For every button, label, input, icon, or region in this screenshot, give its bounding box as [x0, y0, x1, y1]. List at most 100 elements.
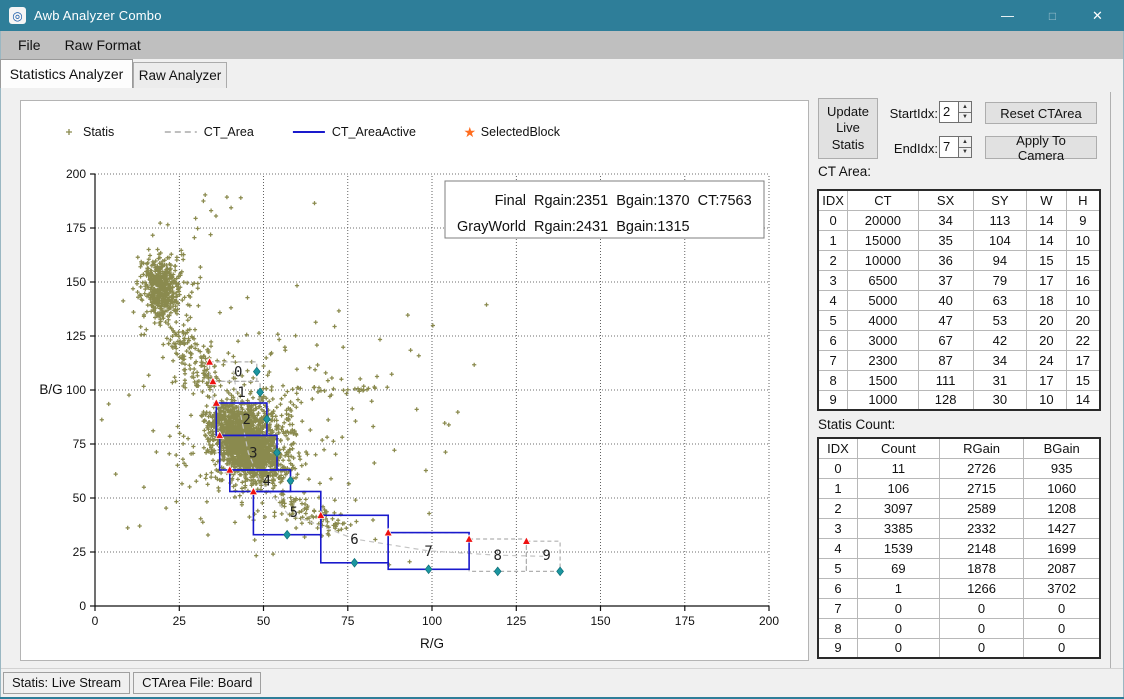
table-cell: 69 — [857, 558, 939, 578]
table-cell: 6500 — [848, 270, 919, 290]
column-header-idx: IDX — [818, 438, 857, 458]
table-row[interactable]: 56918782087 — [818, 558, 1100, 578]
table-cell: 24 — [1027, 350, 1066, 370]
menu-bar: FileRaw Format — [0, 31, 1124, 59]
svg-text:3: 3 — [249, 446, 257, 462]
grid-lines — [95, 174, 769, 606]
table-cell: 2726 — [939, 458, 1024, 478]
table-cell: 10 — [1027, 390, 1066, 410]
maximize-button[interactable]: □ — [1030, 0, 1075, 31]
table-row[interactable]: 91000128301014 — [818, 390, 1100, 410]
svg-text:0: 0 — [234, 365, 242, 381]
table-row[interactable]: 81500111311715 — [818, 370, 1100, 390]
table-cell: 7 — [818, 350, 848, 370]
table-row[interactable]: 0112726935 — [818, 458, 1100, 478]
table-cell: 2148 — [939, 538, 1024, 558]
table-row[interactable]: 2309725891208 — [818, 498, 1100, 518]
table-cell: 42 — [973, 330, 1027, 350]
table-cell: 1699 — [1024, 538, 1100, 558]
column-header-h: H — [1066, 190, 1100, 210]
close-button[interactable]: ✕ — [1075, 0, 1120, 31]
table-cell: 11 — [857, 458, 939, 478]
table-row[interactable]: 7000 — [818, 598, 1100, 618]
table-cell: 2332 — [939, 518, 1024, 538]
table-cell: 7 — [818, 598, 857, 618]
table-cell: 9 — [1066, 210, 1100, 230]
svg-text:100: 100 — [422, 614, 442, 628]
window-border-left — [0, 31, 1, 699]
table-cell: 14 — [1027, 230, 1066, 250]
start-idx-stepper[interactable]: 2 ▲ ▼ — [939, 101, 972, 123]
table-cell: 22 — [1066, 330, 1100, 350]
menu-item-raw-format[interactable]: Raw Format — [53, 31, 153, 59]
table-cell: 9 — [818, 638, 857, 658]
svg-text:175: 175 — [66, 221, 86, 235]
table-row[interactable]: 6112663702 — [818, 578, 1100, 598]
column-header-sx: SX — [918, 190, 973, 210]
table-row[interactable]: 110627151060 — [818, 478, 1100, 498]
svg-text:25: 25 — [173, 614, 187, 628]
table-row[interactable]: 9000 — [818, 638, 1100, 658]
table-cell: 1208 — [1024, 498, 1100, 518]
start-idx-up-icon[interactable]: ▲ — [958, 101, 972, 113]
table-cell: 4 — [818, 290, 848, 310]
reset-ctarea-button[interactable]: Reset CTArea — [985, 102, 1097, 124]
table-cell: 34 — [918, 210, 973, 230]
table-row[interactable]: 3338523321427 — [818, 518, 1100, 538]
end-idx-stepper[interactable]: 7 ▲ ▼ — [939, 136, 972, 158]
table-cell: 2589 — [939, 498, 1024, 518]
status-bar: Statis: Live StreamCTArea File: Board — [0, 668, 1124, 697]
table-row[interactable]: 3650037791716 — [818, 270, 1100, 290]
svg-text:200: 200 — [759, 614, 779, 628]
update-live-statis-button[interactable]: Update Live Statis — [818, 98, 878, 159]
status-segment-statis: Statis: Live Stream — [3, 672, 130, 694]
table-cell: 2300 — [848, 350, 919, 370]
table-row[interactable]: 115000351041410 — [818, 230, 1100, 250]
end-idx-value[interactable]: 7 — [939, 136, 958, 158]
apply-to-camera-button[interactable]: Apply To Camera — [985, 136, 1097, 159]
table-cell: 1000 — [848, 390, 919, 410]
table-cell: 1500 — [848, 370, 919, 390]
table-cell: 5 — [818, 310, 848, 330]
table-cell: 31 — [973, 370, 1027, 390]
table-cell: 2 — [818, 250, 848, 270]
table-cell: 17 — [1066, 350, 1100, 370]
menu-item-file[interactable]: File — [6, 31, 53, 59]
end-idx-up-icon[interactable]: ▲ — [958, 136, 972, 148]
table-row[interactable]: 6300067422022 — [818, 330, 1100, 350]
tab-statistics-analyzer[interactable]: Statistics Analyzer — [0, 59, 133, 88]
svg-text:150: 150 — [590, 614, 610, 628]
minimize-button[interactable]: — — [985, 0, 1030, 31]
svg-text:6: 6 — [350, 532, 358, 548]
tab-raw-analyzer[interactable]: Raw Analyzer — [133, 62, 227, 88]
table-cell: 3097 — [857, 498, 939, 518]
table-row[interactable]: 02000034113149 — [818, 210, 1100, 230]
svg-text:25: 25 — [73, 545, 87, 559]
end-idx-down-icon[interactable]: ▼ — [958, 148, 972, 159]
table-row[interactable]: 21000036941515 — [818, 250, 1100, 270]
chart-figure: 0123456789002525505075751001001251251501… — [20, 100, 809, 661]
start-idx-value[interactable]: 2 — [939, 101, 958, 123]
table-row[interactable]: 5400047532020 — [818, 310, 1100, 330]
start-idx-down-icon[interactable]: ▼ — [958, 113, 972, 124]
selected-block-star-icon: ★ — [464, 124, 477, 140]
table-cell: 10 — [1066, 230, 1100, 250]
svg-text:75: 75 — [73, 437, 87, 451]
svg-text:CT_AreaActive: CT_AreaActive — [332, 125, 416, 139]
table-cell: 0 — [1024, 618, 1100, 638]
table-row[interactable]: 4500040631810 — [818, 290, 1100, 310]
title-bar[interactable]: ◎ Awb Analyzer Combo —□✕ — [0, 0, 1124, 31]
table-row[interactable]: 8000 — [818, 618, 1100, 638]
table-cell: 0 — [939, 598, 1024, 618]
table-cell: 10000 — [848, 250, 919, 270]
svg-text:GrayWorld: GrayWorld — [457, 219, 526, 235]
app-window: ◎ Awb Analyzer Combo —□✕ FileRaw Format … — [0, 0, 1124, 699]
table-cell: 3385 — [857, 518, 939, 538]
table-cell: 4 — [818, 538, 857, 558]
column-header-rgain: RGain — [939, 438, 1024, 458]
table-cell: 6 — [818, 578, 857, 598]
table-row[interactable]: 4153921481699 — [818, 538, 1100, 558]
table-row[interactable]: 7230087342417 — [818, 350, 1100, 370]
table-cell: 79 — [973, 270, 1027, 290]
table-cell: 35 — [918, 230, 973, 250]
